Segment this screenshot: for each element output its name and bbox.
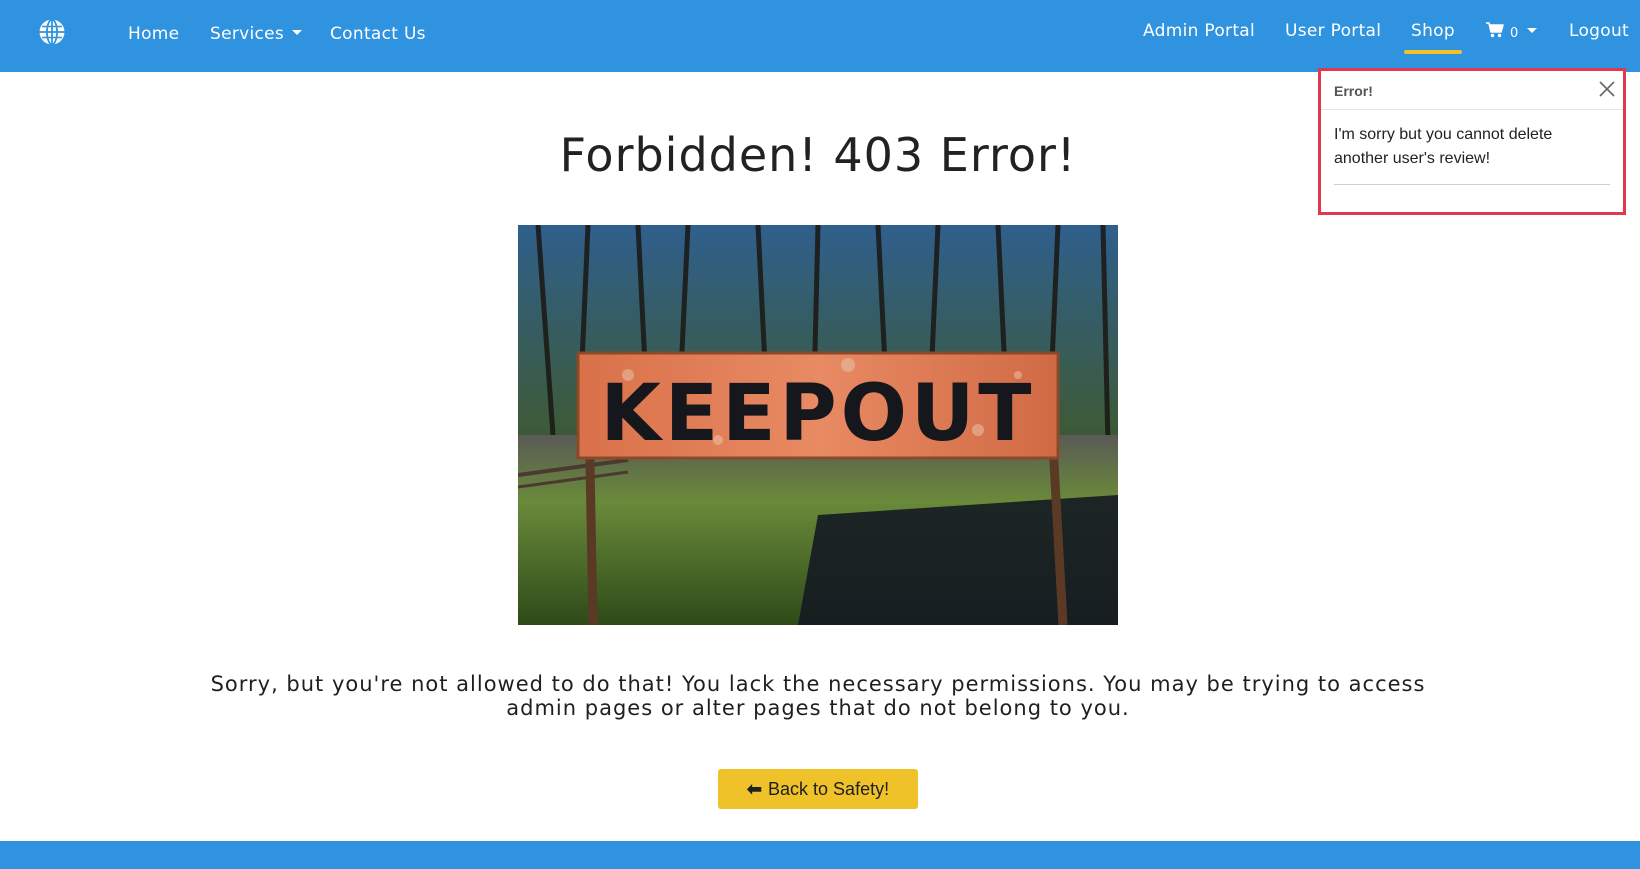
chevron-down-icon	[1526, 27, 1537, 33]
footer-bar	[0, 841, 1640, 869]
toast-title: Error!	[1334, 83, 1373, 99]
nav-contact[interactable]: Contact Us	[330, 24, 426, 44]
page-title: Forbidden! 403 Error!	[559, 128, 1077, 182]
top-navbar: Home Services Contact Us Admin Portal Us…	[0, 0, 1640, 72]
nav-user-portal[interactable]: User Portal	[1285, 21, 1381, 41]
nav-logout[interactable]: Logout	[1569, 21, 1629, 41]
active-tab-underline	[1404, 50, 1462, 54]
nav-admin-portal[interactable]: Admin Portal	[1143, 21, 1255, 41]
nav-services-label: Services	[210, 24, 285, 44]
cart-count: 0	[1510, 26, 1519, 41]
cart-icon	[1486, 22, 1504, 38]
nav-cart-dropdown[interactable]: 0	[1486, 22, 1537, 42]
toast-header: Error!	[1321, 71, 1623, 110]
sign-text: KEEPOUT	[600, 369, 1035, 459]
keep-out-sign-image: KEEPOUT	[518, 225, 1118, 625]
arrow-left-icon: ⬅	[746, 778, 763, 799]
close-icon[interactable]	[1597, 79, 1617, 99]
toast-divider	[1334, 184, 1610, 185]
back-to-safety-button[interactable]: ⬅ Back to Safety!	[718, 769, 918, 809]
nav-home[interactable]: Home	[128, 24, 179, 44]
back-button-label: Back to Safety!	[768, 778, 890, 799]
forbidden-message: Sorry, but you're not allowed to do that…	[210, 672, 1426, 720]
chevron-down-icon	[292, 29, 303, 35]
globe-icon[interactable]	[38, 18, 66, 46]
nav-services-dropdown[interactable]: Services	[210, 24, 303, 44]
nav-shop[interactable]: Shop	[1411, 21, 1455, 41]
